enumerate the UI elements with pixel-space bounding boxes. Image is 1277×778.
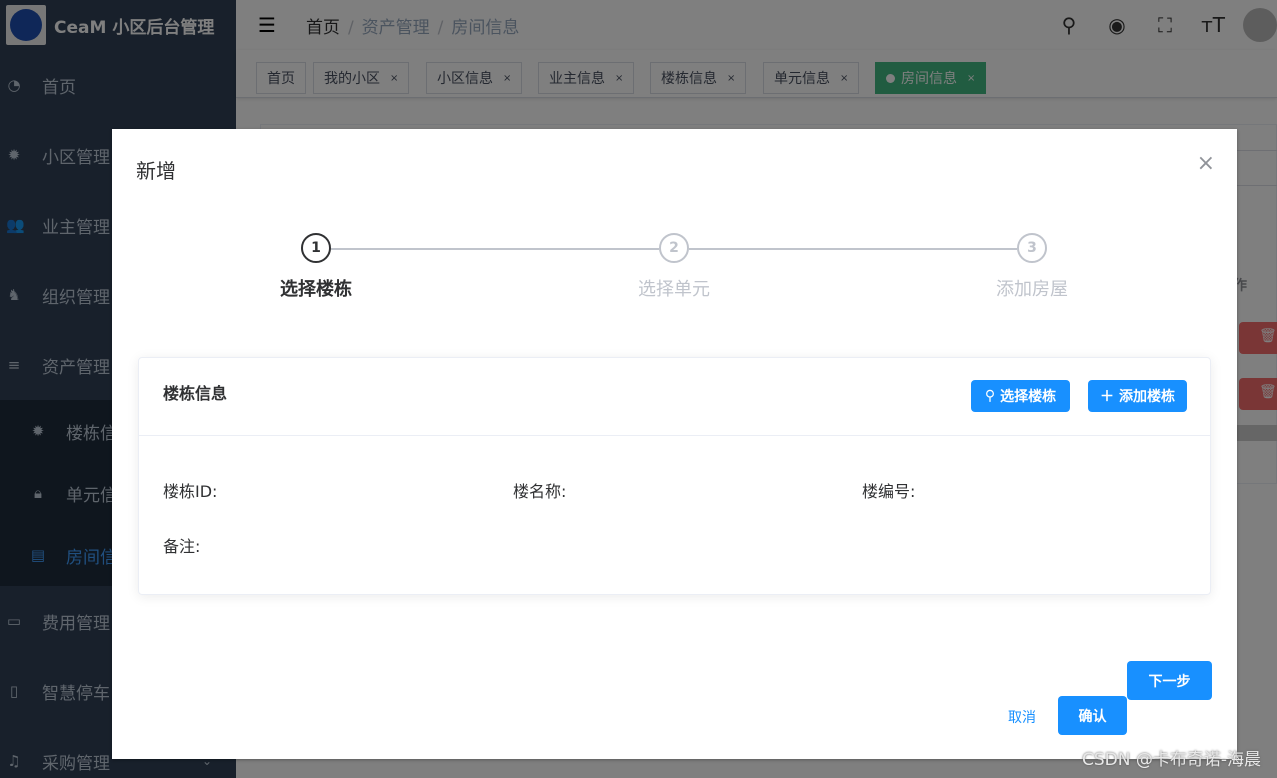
- select-building-button[interactable]: ⚲ 选择楼栋: [971, 380, 1070, 412]
- plus-icon: ＋: [1100, 389, 1114, 405]
- building-code-label: 楼编号:: [862, 482, 916, 501]
- add-building-button[interactable]: ＋ 添加楼栋: [1088, 380, 1187, 412]
- card-title: 楼栋信息: [163, 384, 228, 403]
- step-connector: [331, 248, 659, 250]
- step-3-label: 添加房屋: [996, 279, 1068, 300]
- search-icon: ⚲: [984, 388, 996, 404]
- step-1-label: 选择楼栋: [280, 279, 352, 300]
- label: 选择楼栋: [1000, 389, 1057, 405]
- steps: 1 2 3 选择楼栋 选择单元 添加房屋: [112, 233, 1237, 313]
- dialog-title: 新增: [136, 159, 176, 183]
- step-connector: [689, 248, 1017, 250]
- confirm-button[interactable]: 确认: [1058, 696, 1127, 735]
- building-name-label: 楼名称:: [513, 482, 567, 501]
- step-2-label: 选择单元: [638, 279, 710, 300]
- step-1-icon: 1: [301, 233, 331, 263]
- close-icon[interactable]: ×: [1197, 151, 1215, 176]
- cancel-button[interactable]: 取消: [1008, 707, 1036, 727]
- next-step-button[interactable]: 下一步: [1127, 661, 1212, 700]
- step-2-icon: 2: [659, 233, 689, 263]
- label: 添加楼栋: [1119, 389, 1175, 405]
- watermark: CSDN @卡布奇诺-海晨: [1081, 750, 1261, 770]
- step-3-icon: 3: [1017, 233, 1047, 263]
- add-dialog: 新增 × 1 2 3 选择楼栋 选择单元 添加房屋 楼栋信息 ⚲ 选择楼栋 ＋添加…: [112, 129, 1237, 759]
- building-info-card: 楼栋信息 ⚲ 选择楼栋 ＋ 添加楼栋 楼栋ID: 楼名称: 楼编号: 备注:: [138, 357, 1211, 595]
- remark-label: 备注:: [163, 537, 201, 556]
- building-id-label: 楼栋ID:: [163, 482, 218, 501]
